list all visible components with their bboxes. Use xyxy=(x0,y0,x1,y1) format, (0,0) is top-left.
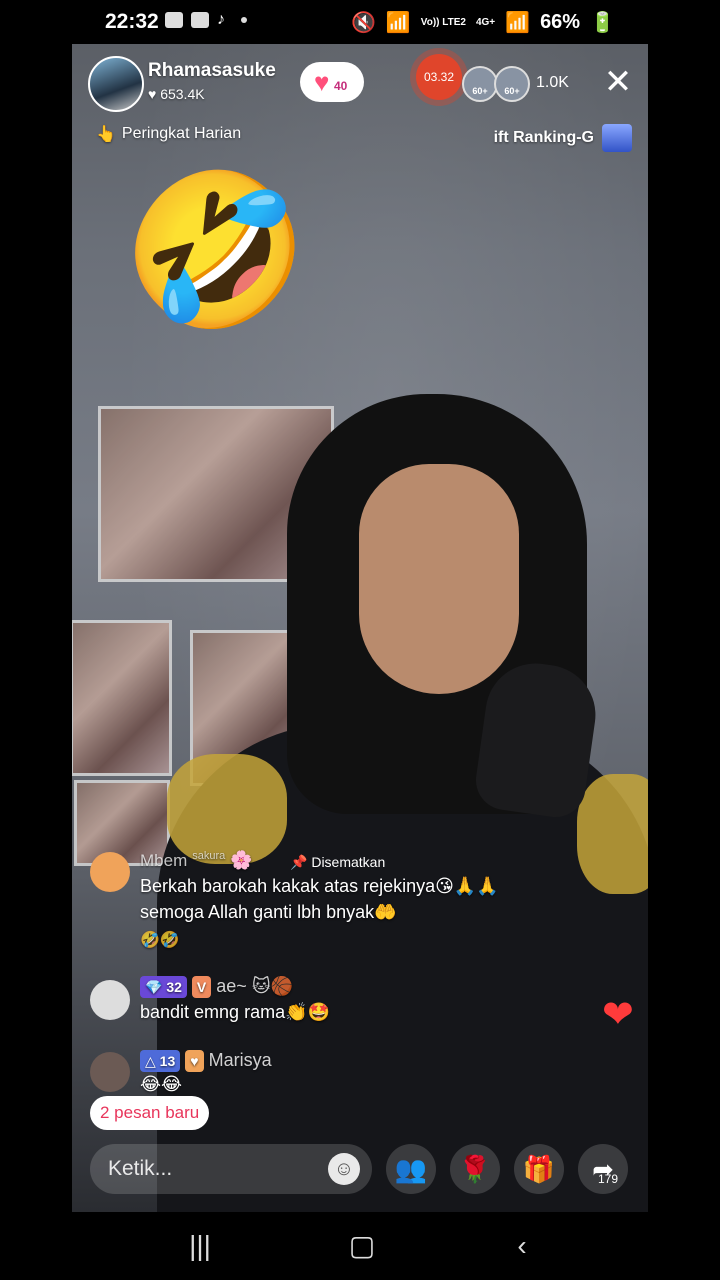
comment-username: Marisya xyxy=(208,1050,272,1070)
subscriber-badge: V xyxy=(191,976,212,999)
emoji-icon[interactable]: ☺ xyxy=(328,1153,360,1185)
avatar[interactable] xyxy=(88,56,144,112)
host-name: Rhamasasuke xyxy=(148,60,276,81)
network-label: Vo)) LTE2 xyxy=(420,16,466,28)
daily-ranking[interactable]: 👆 Peringkat Harian xyxy=(96,124,241,144)
signal-icon: 📶 xyxy=(505,12,531,34)
host-profile[interactable]: Rhamasasuke ♥ 653.4K xyxy=(88,56,276,112)
share-button[interactable]: ➦ xyxy=(578,1144,628,1194)
comment-text: bandit emng rama👏🤩 xyxy=(140,1002,330,1022)
rose-icon: 🌹 xyxy=(458,1154,492,1184)
back-icon[interactable]: ‹ xyxy=(502,1230,542,1262)
comment-header[interactable]: △ 13 ♥ Marisya xyxy=(140,1050,272,1073)
comment-header[interactable]: 💎 32 V ae~ 🐱🏀 xyxy=(140,976,293,999)
top-viewer-avatar[interactable]: 60+ xyxy=(494,66,530,102)
notification-icons: ♪ xyxy=(165,11,247,29)
pinned-message-line: semoga Allah ganti lbh bnyak🤲 xyxy=(140,902,397,922)
username-suffix: sakura xyxy=(192,850,226,862)
youtube-icon xyxy=(165,12,183,28)
dot-icon xyxy=(241,17,247,23)
avatar[interactable] xyxy=(90,1052,130,1092)
viewer-badge: 60+ xyxy=(504,86,520,96)
comment-placeholder: Ketik... xyxy=(108,1157,173,1180)
tiktok-icon: ♪ xyxy=(217,11,225,28)
close-icon[interactable]: ✕ xyxy=(603,65,633,99)
system-icons: 🔇 📶 Vo)) LTE2 4G+ 📶 66% 🔋 xyxy=(351,10,615,35)
level-badge: △ 13 xyxy=(140,1050,181,1073)
ranking-badge-icon xyxy=(602,124,632,152)
shirt-print xyxy=(577,774,648,894)
fan-club-button[interactable]: ♥ 40 xyxy=(300,62,364,102)
pinned-label: 📌 Disematkan xyxy=(290,854,386,870)
gift-button[interactable]: 🎁 xyxy=(514,1144,564,1194)
home-icon[interactable]: ▢ xyxy=(342,1230,382,1262)
heart-icon: ❤ xyxy=(602,994,634,1036)
clock: 22:32 xyxy=(105,10,159,33)
gift-ranking[interactable]: ift Ranking-G xyxy=(494,124,632,152)
people-icon: 👥 xyxy=(394,1154,428,1184)
heart-icon: ♥ xyxy=(314,67,330,97)
rose-gift-button[interactable]: 🌹 xyxy=(450,1144,500,1194)
viewer-badge: 60+ xyxy=(472,86,488,96)
multi-guest-button[interactable]: 👥 xyxy=(386,1144,436,1194)
subscriber-badge: ♥ xyxy=(185,1050,204,1073)
comment-input[interactable]: Ketik... ☺ xyxy=(90,1144,372,1194)
status-bar: 22:32 ♪ 🔇 📶 Vo)) LTE2 4G+ 📶 66% 🔋 xyxy=(0,0,720,44)
recent-apps-icon[interactable]: ||| xyxy=(180,1230,220,1262)
countdown-timer[interactable]: 03.32 xyxy=(416,54,462,100)
pinned-username[interactable]: Mbem sakura 🌸 xyxy=(140,850,253,871)
top-viewer-avatar[interactable]: 60+ xyxy=(462,66,498,102)
hand-icon: 👆 xyxy=(96,126,116,143)
face xyxy=(359,464,519,694)
viewer-count[interactable]: 1.0K xyxy=(536,74,569,92)
host-likes: ♥ 653.4K xyxy=(148,86,205,102)
avatar[interactable] xyxy=(90,980,130,1020)
navigation-bar: ||| ▢ ‹ xyxy=(0,1212,720,1280)
gift-icon: 🎁 xyxy=(522,1154,556,1184)
flower-icon: 🌸 xyxy=(230,850,253,870)
pinned-message-line: Berkah barokah kakak atas rejekinya😘🙏🙏 xyxy=(140,876,499,896)
network-label-2: 4G+ xyxy=(475,16,496,28)
gift-ranking-label: ift Ranking-G xyxy=(493,129,594,146)
signal-icon: 📶 xyxy=(385,12,411,34)
level-badge: 💎 32 xyxy=(140,976,187,999)
battery-percent: 66% xyxy=(540,11,581,33)
battery-icon: 🔋 xyxy=(590,12,615,34)
comment-partial: 🤣🤣 xyxy=(140,932,180,949)
avatar[interactable] xyxy=(90,852,130,892)
comment-username: ae~ 🐱🏀 xyxy=(216,976,293,996)
wall-poster xyxy=(72,620,172,776)
daily-ranking-label: Peringkat Harian xyxy=(121,125,242,142)
comment-text: 😂😂 xyxy=(140,1074,183,1094)
youtube-icon xyxy=(191,12,209,28)
new-messages-button[interactable]: 2 pesan baru xyxy=(90,1096,210,1130)
share-count: 179 xyxy=(598,1172,619,1186)
laughing-emoji-sticker: 🤣 xyxy=(122,166,309,334)
shirt-print xyxy=(167,754,287,864)
pin-icon: 📌 xyxy=(290,854,308,870)
fan-level: 40 xyxy=(334,79,348,93)
mute-icon: 🔇 xyxy=(350,12,376,34)
